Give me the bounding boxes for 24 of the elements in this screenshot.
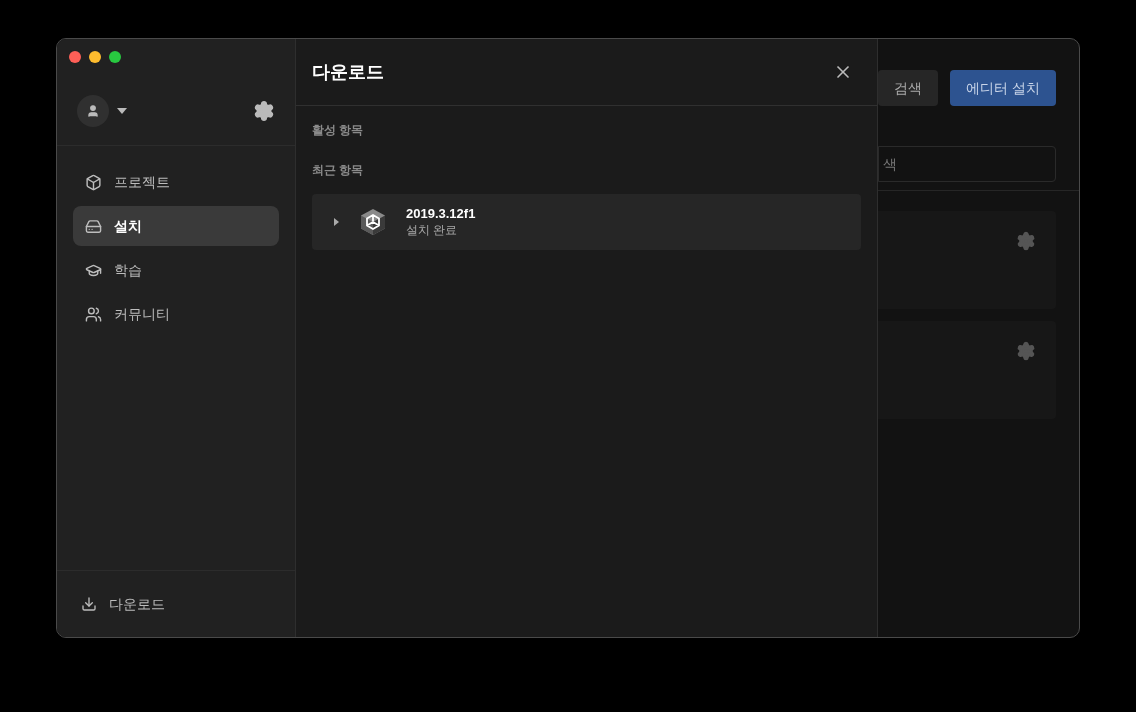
install-editor-button[interactable]: 에디터 설치 (950, 70, 1056, 106)
search-field[interactable]: 색 (878, 146, 1056, 182)
avatar-button[interactable] (77, 94, 109, 127)
settings-icon[interactable] (253, 99, 275, 122)
section-heading: 활성 항목 (312, 122, 365, 138)
drive-icon (85, 217, 102, 235)
cube-icon (85, 173, 102, 191)
nav-item[interactable]: 설치 (73, 206, 279, 246)
caret-icon[interactable] (117, 107, 127, 114)
download-item[interactable]: 2019.3.12f1 설치 완료 (312, 194, 861, 250)
nav-item[interactable]: 프로젝트 (73, 162, 279, 202)
cube-logo-icon (360, 208, 386, 236)
section-heading: 최근 항목 (312, 162, 365, 178)
caret-right-icon[interactable] (332, 218, 340, 226)
nav-item[interactable]: 커뮤니티 (73, 294, 279, 334)
panel-title: 다운로드 (312, 61, 384, 84)
version-label: 2019.3.12f1 (406, 205, 476, 223)
search-button[interactable]: 검색 (878, 70, 938, 106)
download-icon (81, 596, 97, 612)
people-icon (85, 305, 102, 323)
user-icon (86, 103, 100, 118)
status-label: 설치 완료 (406, 222, 459, 239)
downloads-link[interactable]: 다운로드 (109, 594, 165, 614)
nav-item[interactable]: 학습 (73, 250, 279, 290)
